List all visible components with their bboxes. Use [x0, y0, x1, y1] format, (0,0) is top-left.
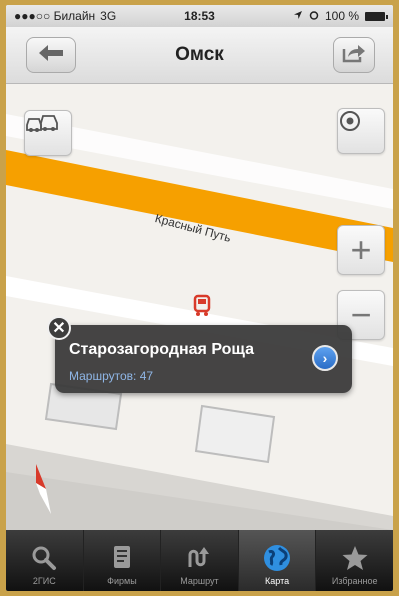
document-icon [112, 543, 132, 573]
bus-icon [193, 294, 211, 316]
close-callout-button[interactable]: ✕ [47, 316, 71, 340]
tab-favorites[interactable]: Избранное [316, 530, 393, 591]
tab-2gis[interactable]: 2ГИС [6, 530, 84, 591]
stop-name: Старозагородная Роща [69, 341, 254, 358]
zoom-in-button[interactable]: + [337, 225, 385, 275]
tab-label: Избранное [331, 576, 378, 586]
stop-callout[interactable]: ✕ Старозагородная Роща Маршрутов: 47 › [47, 316, 352, 393]
traffic-button[interactable] [24, 110, 72, 156]
alarm-icon [309, 9, 319, 23]
location-icon [293, 9, 303, 23]
route-icon [186, 543, 212, 573]
tab-label: 2ГИС [32, 576, 56, 586]
app-screen: ●●●○○ Билайн 3G 18:53 100 % Омск Красный… [6, 5, 393, 591]
tab-route[interactable]: Маршрут [161, 530, 239, 591]
battery-icon [365, 11, 388, 21]
tab-firms[interactable]: Фирмы [84, 530, 162, 591]
tab-label: Фирмы [107, 576, 137, 586]
search-icon [31, 543, 57, 573]
battery-percent: 100 % [324, 9, 359, 23]
tab-map[interactable]: Карта [238, 530, 317, 591]
map-building [194, 404, 276, 464]
callout-details-button[interactable]: › [312, 345, 338, 371]
share-button[interactable] [333, 37, 375, 73]
tab-label: Карта [265, 576, 290, 586]
star-icon [341, 543, 369, 573]
navigation-bar: Омск [6, 27, 393, 84]
map-view[interactable]: Красный Путь + − [6, 84, 393, 530]
locate-button[interactable] [337, 108, 385, 154]
globe-icon [262, 543, 292, 573]
tab-bar: 2ГИС Фирмы Маршрут Карта Избранное [6, 530, 393, 591]
bus-stop-pin[interactable] [192, 294, 212, 320]
tab-label: Маршрут [180, 576, 219, 586]
share-icon [342, 43, 366, 68]
routes-count: Маршрутов: 47 [69, 369, 154, 383]
status-bar: ●●●○○ Билайн 3G 18:53 100 % [6, 5, 393, 27]
